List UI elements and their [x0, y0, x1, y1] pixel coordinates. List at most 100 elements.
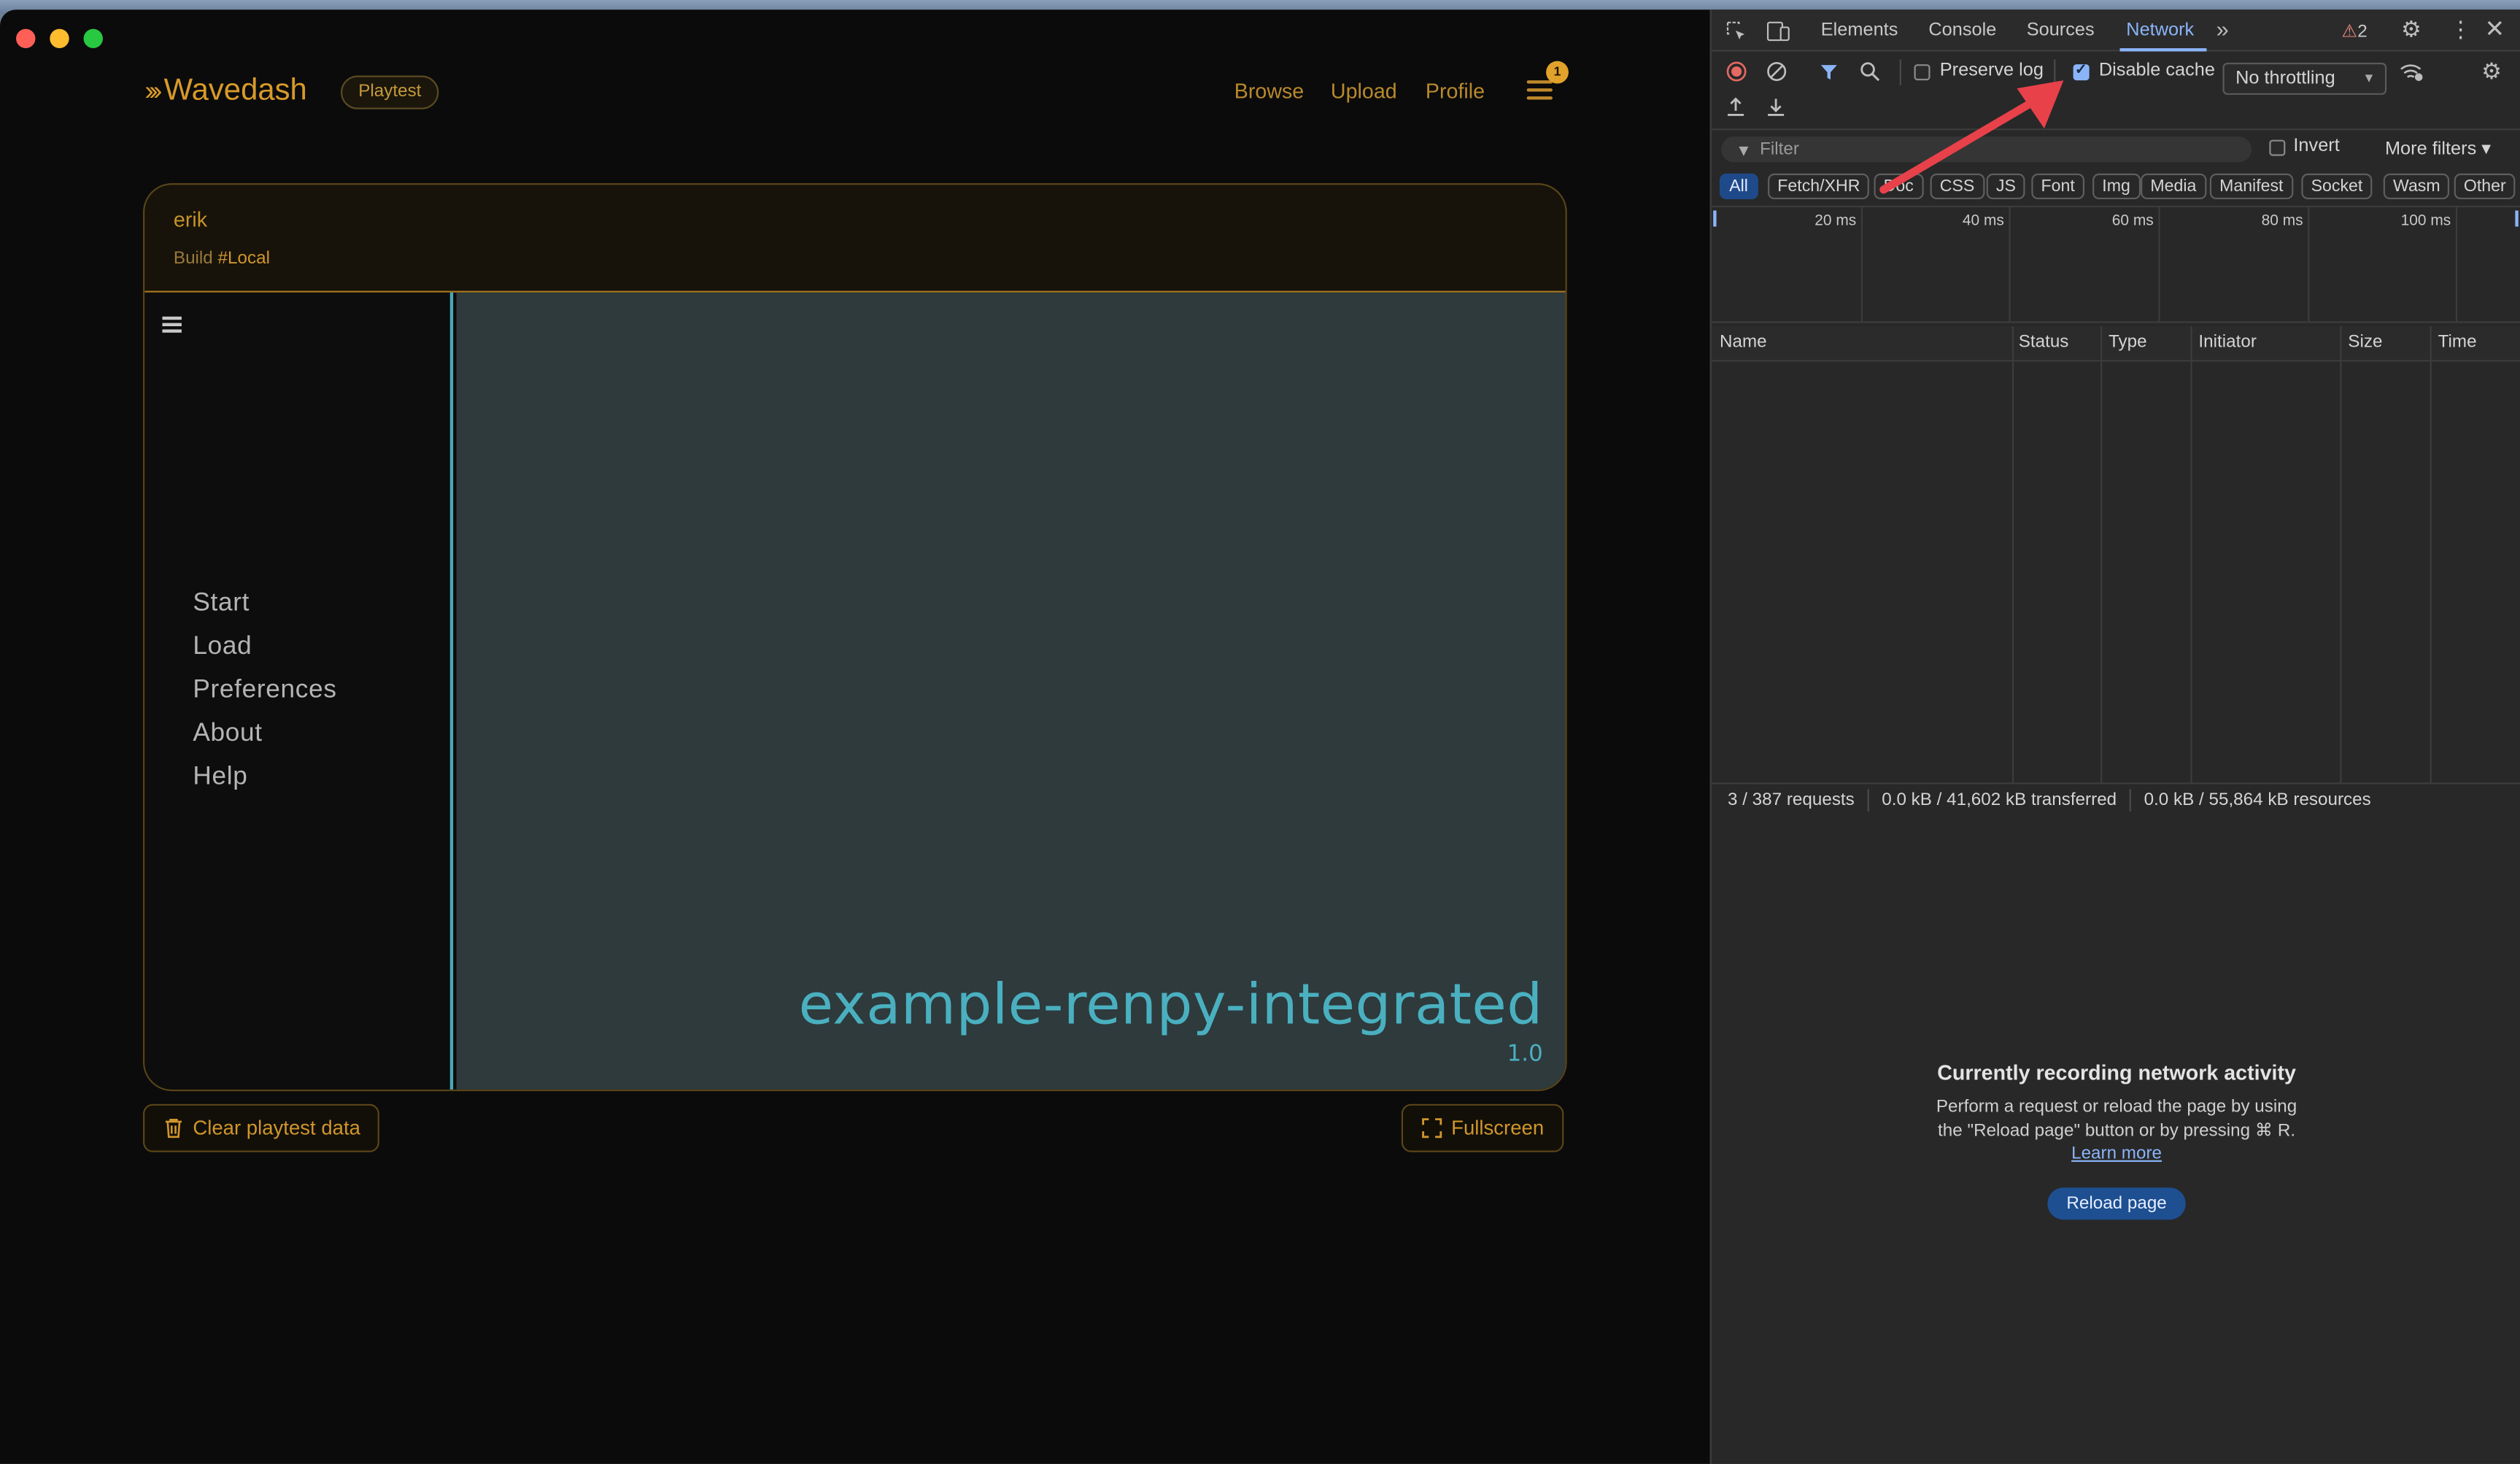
browser-window: ››› Wavedash Playtest Browse Upload Prof…	[0, 9, 1710, 1464]
table-bottom-border	[1711, 782, 2520, 785]
transferred-size: 0.0 kB / 41,602 kB transferred	[1882, 790, 2117, 810]
trash-icon	[165, 1118, 182, 1139]
filter-fetch-xhr[interactable]: Fetch/XHR	[1768, 173, 1870, 200]
more-filters-dropdown[interactable]: More filters ▾	[2385, 136, 2491, 159]
game-menu-load[interactable]: Load	[193, 633, 252, 663]
timeline-right-handle[interactable]	[2515, 210, 2519, 227]
filter-img[interactable]: Img	[2092, 173, 2141, 200]
column-status[interactable]: Status	[2019, 333, 2069, 352]
empty-state-text: Perform a request or reload the page by …	[1936, 1097, 2297, 1164]
timeline-left-handle[interactable]	[1713, 210, 1717, 227]
timeline-tick-label: 20 ms	[1814, 212, 1857, 230]
column-divider	[2430, 325, 2432, 785]
throttling-select[interactable]: No throttling ▼	[2222, 62, 2387, 95]
disable-cache-label[interactable]: Disable cache	[2099, 61, 2215, 80]
filter-other[interactable]: Other	[2454, 173, 2516, 200]
column-divider	[2011, 325, 2014, 785]
reload-page-button[interactable]: Reload page	[2047, 1187, 2186, 1220]
tab-elements[interactable]: Elements	[1821, 21, 1898, 40]
game-frame[interactable]: Start Load Preferences About Help exampl…	[144, 290, 1566, 1090]
game-title: example-renpy-integrated	[798, 974, 1543, 1039]
timeline-tick-label: 60 ms	[2111, 212, 2154, 230]
filter-all[interactable]: All	[1719, 173, 1758, 200]
inspect-element-icon[interactable]	[1726, 21, 1747, 42]
invert-label[interactable]: Invert	[2293, 136, 2339, 155]
menu-icon[interactable]	[1526, 80, 1553, 103]
close-devtools-icon[interactable]: ✕	[2485, 15, 2505, 43]
network-overview-timeline[interactable]: 20 ms 40 ms 60 ms 80 ms 100 ms	[1711, 205, 2520, 323]
network-settings-gear-icon[interactable]: ⚙	[2481, 58, 2502, 85]
clear-playtest-data-button[interactable]: Clear playtest data	[143, 1103, 380, 1152]
build-tag: #Local	[217, 249, 270, 269]
filter-wasm[interactable]: Wasm	[2383, 173, 2450, 200]
devtools-tab-bar: Elements Console Sources Network » ⚠2 ⚙ …	[1711, 9, 2520, 52]
issues-counter[interactable]: ⚠2	[2341, 21, 2367, 42]
active-tab-indicator	[2119, 48, 2207, 52]
tab-console[interactable]: Console	[1928, 21, 1996, 40]
game-menu-icon[interactable]	[162, 316, 182, 333]
import-har-icon[interactable]	[1726, 96, 1745, 117]
notification-badge: 1	[1546, 61, 1569, 84]
export-har-icon[interactable]	[1766, 96, 1785, 117]
playtest-badge: Playtest	[340, 75, 439, 109]
game-menu-start[interactable]: Start	[193, 590, 250, 619]
devtools-panel: Elements Console Sources Network » ⚠2 ⚙ …	[1709, 9, 2520, 1464]
tab-network[interactable]: Network	[2126, 21, 2194, 40]
clear-log-icon[interactable]	[1766, 61, 1787, 82]
zoom-window-button[interactable]	[83, 28, 103, 49]
filter-manifest[interactable]: Manifest	[2209, 173, 2293, 200]
game-menu-preferences[interactable]: Preferences	[193, 677, 336, 706]
timeline-gridline	[2158, 207, 2160, 323]
game-menu-help[interactable]: Help	[193, 763, 247, 793]
invert-checkbox[interactable]	[2269, 139, 2286, 156]
column-initiator[interactable]: Initiator	[2198, 333, 2256, 352]
playtest-card: erik Build #Local Start Load Preferences…	[143, 183, 1567, 1092]
nav-upload-link[interactable]: Upload	[1331, 79, 1397, 103]
tab-sources[interactable]: Sources	[2027, 21, 2095, 40]
timeline-tick-label: 100 ms	[2400, 212, 2451, 230]
fullscreen-button[interactable]: Fullscreen	[1401, 1103, 1564, 1152]
nav-browse-link[interactable]: Browse	[1234, 79, 1305, 103]
column-name[interactable]: Name	[1720, 333, 1767, 352]
record-icon[interactable]	[1726, 61, 1747, 82]
timeline-gridline	[2455, 207, 2458, 323]
timeline-tick-label: 40 ms	[1962, 212, 2004, 230]
wavedash-logo[interactable]: ››› Wavedash	[144, 74, 307, 109]
game-version: 1.0	[1507, 1041, 1543, 1068]
close-window-button[interactable]	[16, 28, 36, 49]
playtest-user[interactable]: erik	[174, 207, 207, 231]
filter-socket[interactable]: Socket	[2301, 173, 2373, 200]
learn-more-link[interactable]: Learn more	[2071, 1144, 2162, 1163]
build-prefix: Build	[173, 249, 213, 269]
resources-size: 0.0 kB / 55,864 kB resources	[2144, 790, 2371, 810]
filter-icon: ▼	[1736, 142, 1752, 161]
game-title-screen: example-renpy-integrated 1.0	[456, 292, 1566, 1090]
minimize-window-button[interactable]	[50, 28, 69, 49]
fullscreen-label: Fullscreen	[1451, 1117, 1545, 1140]
requests-table-header: Name Status Type Initiator Size Time	[1711, 325, 2520, 362]
timeline-gridline	[1860, 207, 1863, 323]
build-label: Build #Local	[174, 249, 270, 268]
column-size[interactable]: Size	[2348, 333, 2382, 352]
chevron-down-icon: ▼	[2362, 70, 2376, 85]
kebab-menu-icon[interactable]: ⋮	[2449, 16, 2472, 43]
column-divider	[2340, 325, 2342, 785]
timeline-tick-label: 80 ms	[2261, 212, 2303, 230]
annotation-arrow-icon	[1879, 80, 2064, 194]
filter-media[interactable]: Media	[2141, 173, 2206, 200]
device-toolbar-icon[interactable]	[1766, 21, 1790, 42]
requests-count: 3 / 387 requests	[1728, 790, 1855, 810]
filter-funnel-icon[interactable]	[1820, 63, 1839, 82]
network-conditions-icon[interactable]	[2400, 61, 2424, 82]
network-summary-bar: 3 / 387 requests 0.0 kB / 41,602 kB trans…	[1728, 789, 2371, 812]
game-menu-about[interactable]: About	[193, 720, 262, 749]
nav-profile-link[interactable]: Profile	[1426, 79, 1485, 103]
game-main-menu: Start Load Preferences About Help	[144, 292, 454, 1090]
fullscreen-icon	[1422, 1118, 1442, 1139]
column-type[interactable]: Type	[2109, 333, 2147, 352]
column-time[interactable]: Time	[2438, 333, 2477, 352]
settings-gear-icon[interactable]: ⚙	[2401, 16, 2422, 43]
empty-state-title: Currently recording network activity	[1937, 1060, 2296, 1085]
more-tabs-icon[interactable]: »	[2216, 16, 2229, 42]
throttling-value: No throttling	[2235, 69, 2335, 89]
